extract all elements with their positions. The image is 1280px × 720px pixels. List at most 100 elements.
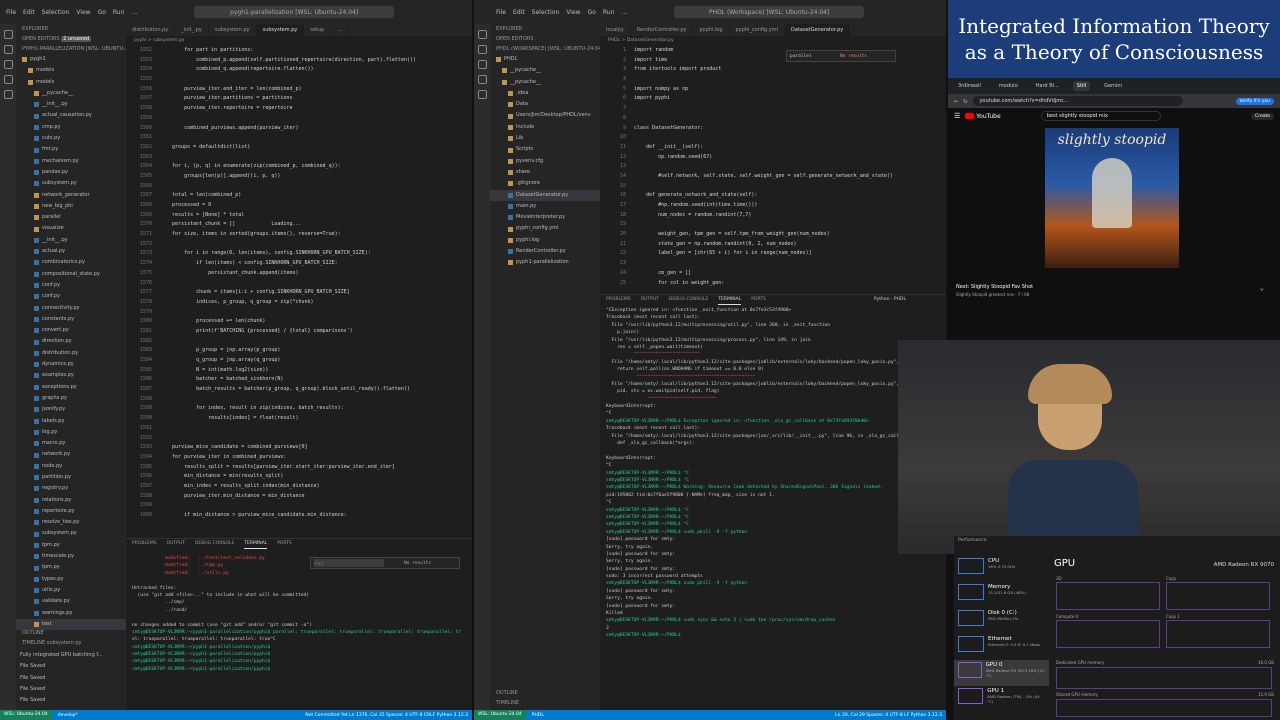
mid-project-header[interactable]: PHDL (WORKSPACE) [WSL: UBUNTU-24.04]	[490, 44, 600, 54]
editor-tab[interactable]: setup	[304, 24, 332, 36]
editor-tab[interactable]: subsystem.py	[256, 24, 305, 36]
file-tree-item[interactable]: distribution.py	[16, 348, 126, 359]
next-up[interactable]: Next: Slightly Stoopid Fav Shot Slightly…	[956, 284, 1033, 297]
tm-item[interactable]: Ethernet Ethernet S: 0.5 R: 0.1 Mbps	[954, 634, 1049, 660]
mid-panel-right[interactable]: Python - PHDL	[874, 297, 906, 302]
file-tree-item[interactable]: DatasetGenerator.py	[490, 189, 600, 201]
file-tree-item[interactable]: validate.py	[16, 596, 126, 607]
file-tree-item[interactable]: actual_causation.py	[16, 110, 126, 121]
mid-branch-indicator[interactable]: PHDL	[532, 713, 544, 718]
file-tree-item[interactable]: main.py	[490, 201, 600, 212]
menu-item[interactable]: ...	[621, 9, 627, 16]
panel-tab[interactable]: PROBLEMS	[132, 539, 157, 549]
file-tree-item[interactable]: Users/Jim/Desktop/PHDL/venv	[490, 110, 600, 121]
menu-item[interactable]: File	[496, 9, 506, 16]
outline-header[interactable]: OUTLINE	[16, 628, 50, 638]
file-tree-item[interactable]: MovieInterpreter.py	[490, 212, 600, 223]
editor-tab[interactable]: _init_.py	[175, 24, 209, 36]
file-tree-item[interactable]: resolve_ties.py	[16, 517, 126, 528]
left-breadcrumb[interactable]: pyphi > subsystem.py	[126, 36, 472, 46]
remote-indicator[interactable]: WSL: Ubuntu-24.04	[0, 710, 52, 720]
search-icon[interactable]	[3, 45, 13, 54]
file-tree-item[interactable]: node.py	[16, 461, 126, 472]
browser-tab[interactable]: 3rdInwall	[954, 81, 985, 91]
tm-item[interactable]: GPU 0 AMD Radeon RX 9070 16% (31 °C)	[954, 660, 1049, 686]
file-tree-item[interactable]: combinatorics.py	[16, 257, 126, 268]
file-tree-item[interactable]: .gitignore	[490, 178, 600, 189]
run-debug-icon[interactable]	[3, 75, 13, 84]
menu-item[interactable]: Edit	[23, 9, 35, 16]
panel-tab[interactable]: PORTS	[751, 295, 766, 305]
file-tree-item[interactable]: pygh1	[16, 54, 126, 65]
file-tree-item[interactable]: __init__.py	[16, 235, 126, 246]
editor-tab[interactable]: localpy	[600, 24, 631, 36]
mid-command-center[interactable]: PHDL (Workspace) [WSL: Ubuntu-24.04]	[674, 6, 865, 18]
terminal-find-input[interactable]	[314, 559, 384, 567]
editor-tab[interactable]: ...	[331, 24, 350, 36]
timeline-header[interactable]: TIMELINE subsystem.py	[16, 638, 88, 648]
file-tree-item[interactable]: mechanism.py	[16, 156, 126, 167]
file-tree-item[interactable]: repertoire.py	[16, 506, 126, 517]
create-button[interactable]: Create	[1251, 112, 1274, 120]
file-tree-item[interactable]: subsystem.py	[16, 178, 126, 189]
editor-tab[interactable]: DatasetGenerator.py	[785, 24, 851, 36]
run-debug-icon[interactable]	[477, 75, 487, 84]
file-tree-item[interactable]: graphs.py	[16, 393, 126, 404]
file-tree-item[interactable]: partition.py	[16, 472, 126, 483]
editor-find-input[interactable]: parallel	[790, 54, 840, 59]
file-tree-item[interactable]: pyvenv.cfg	[490, 156, 600, 167]
branch-indicator[interactable]: develop*	[58, 713, 78, 718]
file-tree-item[interactable]: macro.py	[16, 438, 126, 449]
file-tree-item[interactable]: dynamics.py	[16, 359, 126, 370]
file-tree-item[interactable]: .idea	[490, 88, 600, 99]
file-tree-item[interactable]: network.py	[16, 449, 126, 460]
open-editors-header[interactable]: OPEN EDITORS 2 unsaved	[16, 34, 126, 44]
extensions-icon[interactable]	[3, 90, 13, 99]
file-tree-item[interactable]: timescale.py	[16, 551, 126, 562]
tm-item[interactable]: GPU 1 AMD Radeon (TM)... 0% (44 °C)	[954, 686, 1049, 712]
file-tree-item[interactable]: PHDL	[490, 54, 600, 65]
file-tree-item[interactable]: cuts.py	[16, 133, 126, 144]
menu-item[interactable]: Go	[588, 9, 596, 16]
panel-tab[interactable]: PORTS	[277, 539, 292, 549]
tm-item[interactable]: Memory 15.1/31.8 GB (48%)	[954, 582, 1049, 608]
panel-tab[interactable]: TERMINAL	[244, 539, 268, 549]
back-icon[interactable]: ←	[954, 97, 958, 105]
file-tree-item[interactable]: constants.py	[16, 314, 126, 325]
file-tree-item[interactable]: relations.py	[16, 495, 126, 506]
file-tree-item[interactable]: new_big_phi	[16, 201, 126, 212]
file-tree-item[interactable]: pyphi.log	[490, 235, 600, 246]
left-code-editor[interactable]: 1552 for part in partitions: 1553 combine…	[126, 46, 472, 521]
editor-tab[interactable]: pyphi_config.yml	[730, 24, 786, 36]
browser-tab[interactable]: modulo	[995, 81, 1022, 91]
panel-tab[interactable]: TERMINAL	[718, 295, 742, 305]
left-command-center[interactable]: pygh1-parallelization [WSL: Ubuntu-24.04…	[194, 6, 395, 18]
explorer-icon[interactable]	[3, 30, 13, 39]
mid-breadcrumb[interactable]: PHDL > DatasetGenerator.py	[600, 36, 946, 46]
project-header[interactable]: PYPH1-PARALLELIZATION [WSL: UBUNTU-24.04…	[16, 44, 126, 54]
file-tree-item[interactable]: __pycache__	[490, 77, 600, 88]
mid-code-editor[interactable]: 1 import random 2 import time 3 from itertool…	[600, 46, 946, 288]
file-tree-item[interactable]: cmp.py	[16, 122, 126, 133]
file-tree-item[interactable]: pyphi_config.yml	[490, 223, 600, 234]
panel-tab[interactable]: DEBUG CONSOLE	[195, 539, 234, 549]
search-icon[interactable]	[477, 45, 487, 54]
file-tree-item[interactable]: utils.py	[16, 585, 126, 596]
mid-remote-indicator[interactable]: WSL: Ubuntu-24.04	[474, 710, 526, 720]
menu-item[interactable]: Edit	[513, 9, 525, 16]
tm-item[interactable]: Disk 0 (C:) SSD (NVMe) 0%	[954, 608, 1049, 634]
file-tree-item[interactable]: labels.py	[16, 416, 126, 427]
file-tree-item[interactable]: jsonify.py	[16, 404, 126, 415]
file-tree-item[interactable]: Include	[490, 122, 600, 133]
file-tree-item[interactable]: share	[490, 167, 600, 178]
file-tree-item[interactable]: Scripts	[490, 144, 600, 155]
file-tree-item[interactable]: compositional_state.py	[16, 269, 126, 280]
verify-button[interactable]: Verify it's you	[1235, 97, 1274, 105]
mid-terminal-output[interactable]: ^CException ignored in: <function _exit_…	[600, 305, 946, 640]
panel-tab[interactable]: OUTPUT	[167, 539, 185, 549]
address-bar[interactable]: youtube.com/watch?v=dhdVdjmc...	[973, 96, 1184, 106]
menu-icon[interactable]: ☰	[954, 112, 960, 120]
menu-item[interactable]: Selection	[532, 9, 560, 16]
file-tree-item[interactable]: fmt.py	[16, 144, 126, 155]
file-tree-item[interactable]: tpm.py	[16, 540, 126, 551]
